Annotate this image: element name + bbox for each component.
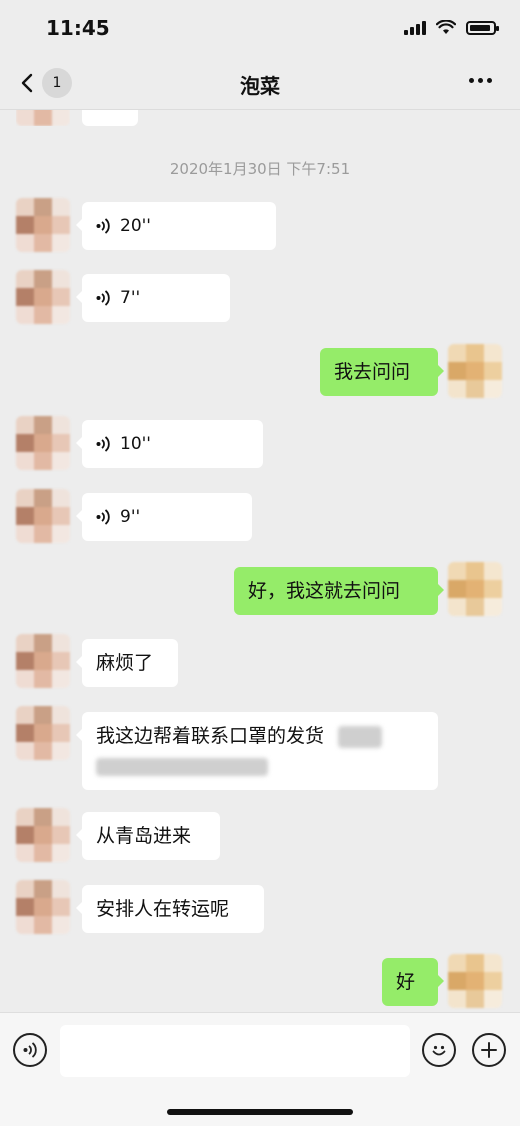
voice-wave-icon xyxy=(96,436,110,452)
voice-message[interactable]: 10'' xyxy=(76,420,263,468)
voice-wave-icon xyxy=(96,290,110,306)
more-dots-icon[interactable] xyxy=(469,70,492,91)
friend-avatar[interactable] xyxy=(16,706,70,760)
message-text: 我这边帮着联系口罩的发货 xyxy=(96,725,325,747)
signal-icon xyxy=(404,20,426,35)
redacted-text xyxy=(96,757,268,776)
incoming-message[interactable]: 安排人在转运呢 xyxy=(76,885,264,933)
voice-duration: 9'' xyxy=(120,507,141,527)
status-bar: 11:45 xyxy=(0,0,520,58)
status-icons xyxy=(404,20,499,35)
redacted-text xyxy=(338,725,383,748)
voice-input-button[interactable] xyxy=(13,1033,47,1067)
outgoing-message[interactable]: 好 xyxy=(382,958,444,1006)
friend-avatar[interactable] xyxy=(16,270,70,324)
my-avatar[interactable] xyxy=(448,344,502,398)
friend-avatar[interactable] xyxy=(16,489,70,543)
my-avatar[interactable] xyxy=(448,954,502,1008)
emoji-icon xyxy=(432,1045,446,1056)
chat-timestamp: 2020年1月30日 下午7:51 xyxy=(169,160,351,178)
plus-button[interactable] xyxy=(472,1033,506,1067)
battery-icon xyxy=(466,20,499,35)
voice-wave-icon xyxy=(96,509,110,525)
voice-message[interactable]: 9'' xyxy=(76,493,252,541)
voice-message[interactable]: 7'' xyxy=(76,274,230,322)
friend-avatar[interactable] xyxy=(16,880,70,934)
chat-title: 泡菜 xyxy=(240,74,280,98)
voice-wave-icon xyxy=(96,218,110,234)
friend-avatar[interactable] xyxy=(16,416,70,470)
outgoing-message[interactable]: 我去问问 xyxy=(320,348,444,396)
friend-avatar[interactable] xyxy=(16,198,70,252)
incoming-message[interactable]: 我这边帮着联系口罩的发货 xyxy=(76,712,438,790)
incoming-message[interactable]: 麻烦了 xyxy=(76,639,178,687)
plus-icon xyxy=(481,1042,497,1058)
emoji-button[interactable] xyxy=(422,1033,456,1067)
voice-message[interactable]: 20'' xyxy=(76,202,276,250)
message-input[interactable] xyxy=(60,1025,410,1077)
voice-duration: 10'' xyxy=(120,434,151,454)
status-time: 11:45 xyxy=(46,16,110,40)
outgoing-message[interactable]: 好，我这就去问问 xyxy=(234,567,444,615)
voice-input-icon xyxy=(23,1042,37,1058)
home-indicator xyxy=(167,1109,353,1115)
friend-avatar[interactable] xyxy=(16,808,70,862)
my-avatar[interactable] xyxy=(448,562,502,616)
clipped-bubble xyxy=(82,110,138,126)
wifi-icon xyxy=(436,20,456,34)
chat-header: 1 泡菜 xyxy=(0,58,520,110)
incoming-message[interactable]: 从青岛进来 xyxy=(76,812,220,860)
voice-duration: 7'' xyxy=(120,288,141,308)
voice-duration: 20'' xyxy=(120,216,151,236)
friend-avatar[interactable] xyxy=(16,634,70,688)
